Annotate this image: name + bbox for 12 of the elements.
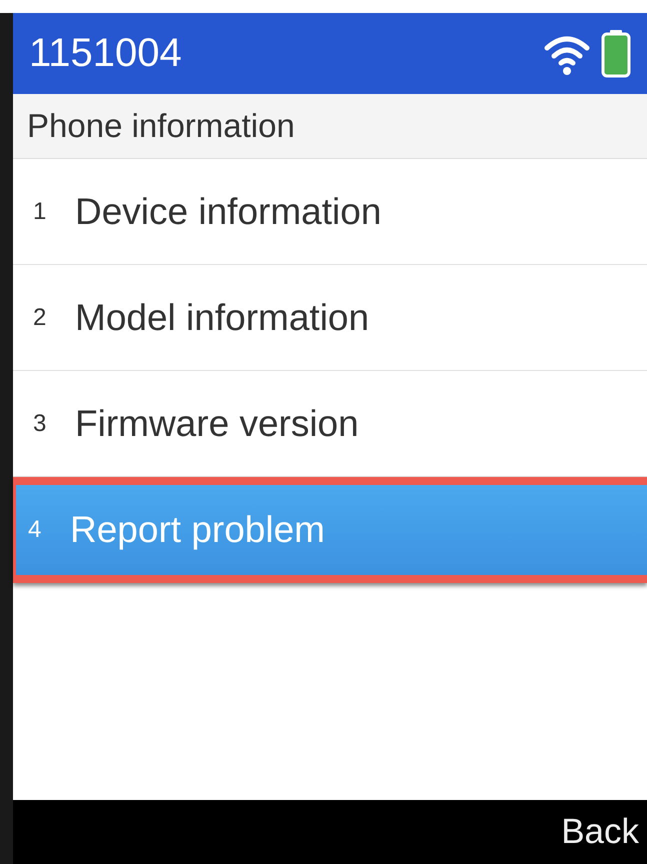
item-label: Firmware version: [75, 402, 359, 444]
item-number: 4: [28, 516, 42, 544]
item-number: 1: [33, 198, 48, 226]
battery-icon: [601, 30, 631, 78]
item-label: Model information: [75, 296, 370, 338]
phone-number: 1151004: [29, 31, 182, 76]
item-number: 3: [33, 410, 48, 438]
item-number: 2: [33, 304, 48, 332]
item-label: Device information: [75, 190, 382, 232]
back-softkey[interactable]: Back: [561, 812, 639, 852]
item-label: Report problem: [70, 509, 326, 551]
screen-title: Phone information: [27, 107, 295, 145]
